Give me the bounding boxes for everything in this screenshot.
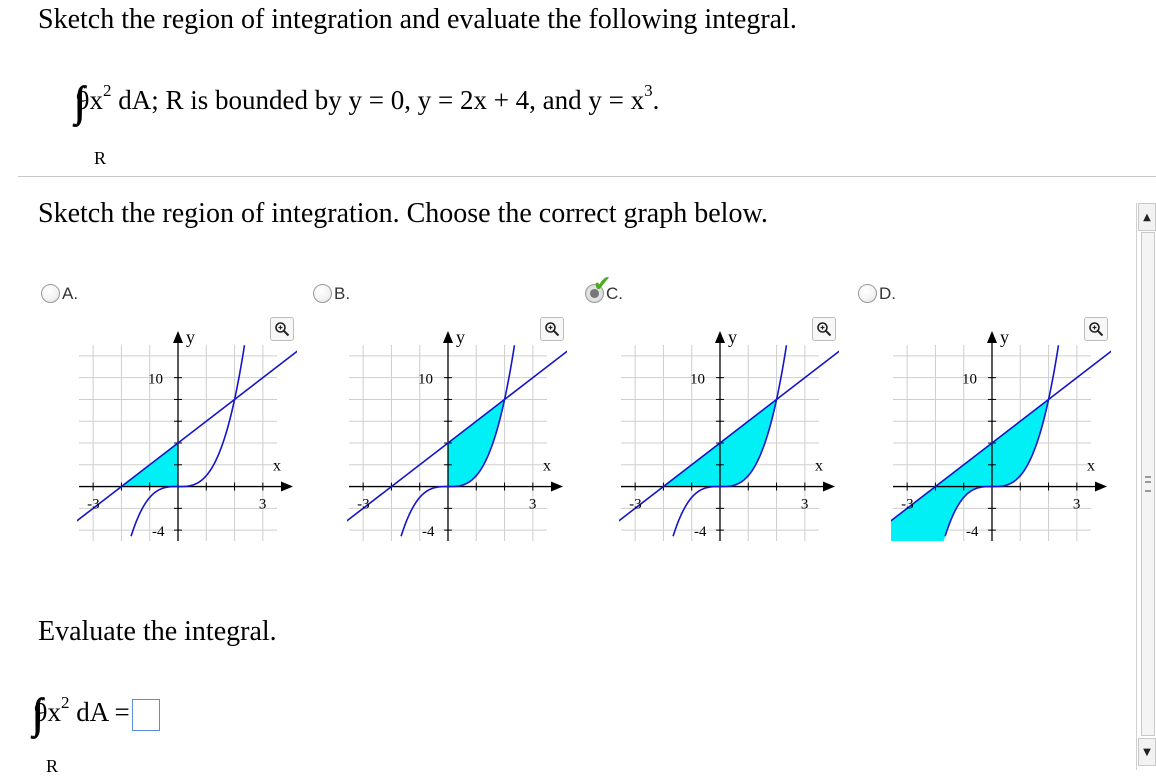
x-axis-label: x: [815, 458, 823, 475]
choice-d-graph: y x 10 -4 -3 3: [864, 317, 1120, 542]
y-axis-label: y: [1000, 327, 1009, 347]
question-title: Sketch the region of integration and eva…: [38, 4, 797, 35]
x-axis-arrow: [281, 481, 293, 492]
problem-statement: ∫∫9x2 dA; R is bounded by y = 0, y = 2x …: [76, 79, 660, 154]
tick-label-ymin: -4: [422, 524, 435, 540]
x-axis-arrow: [1095, 481, 1107, 492]
tick-label-xmax: 3: [1073, 497, 1081, 513]
region-subscript: R: [94, 148, 107, 168]
answer-integrand: 9x: [34, 697, 61, 728]
part1-prompt: Sketch the region of integration. Choose…: [38, 198, 768, 229]
arrow-down-icon[interactable]: ▼: [1138, 738, 1156, 766]
choice-d-label[interactable]: D.: [879, 284, 896, 304]
y-axis-label: y: [186, 327, 195, 347]
arrow-up-icon[interactable]: ▲: [1138, 203, 1156, 231]
choice-c-graph: y x 10 -4 -3 3: [592, 317, 848, 542]
y-axis-arrow: [173, 331, 183, 343]
tick-label-ymin: -4: [694, 524, 707, 540]
y-axis-arrow: [987, 331, 997, 343]
choice-b-label[interactable]: B.: [334, 284, 350, 304]
answer-input-box[interactable]: [131, 699, 160, 731]
tick-label-xmax: 3: [259, 497, 267, 513]
answer-exponent: 2: [61, 693, 70, 713]
tick-label-ymax: 10: [962, 372, 977, 388]
tick-label-ymax: 10: [690, 372, 705, 388]
answer-differential: dA =: [76, 697, 130, 728]
tick-label-ymax: 10: [148, 372, 163, 388]
scrollbar-thumb[interactable]: [1141, 232, 1155, 736]
choice-a-graph: y x 10 -4 -3 3: [50, 317, 306, 542]
choice-b-graph: y x 10 -4 -3 3: [320, 317, 576, 542]
tick-label-ymin: -4: [152, 524, 165, 540]
integrand: 9x: [76, 85, 103, 116]
y-axis-arrow: [715, 331, 725, 343]
x-axis-arrow: [551, 481, 563, 492]
integrand-exponent: 2: [103, 81, 112, 101]
y-axis-label: y: [728, 327, 737, 347]
choice-a-radio[interactable]: [41, 284, 60, 303]
y-axis-label: y: [456, 327, 465, 347]
period: .: [652, 85, 660, 116]
grip-icon: [1145, 476, 1151, 492]
x-axis-label: x: [543, 458, 551, 475]
tick-label-xmax: 3: [801, 497, 809, 513]
region-description: dA; R is bounded by y = 0, y = 2x + 4, a…: [118, 85, 645, 116]
tick-label-xmin: -3: [901, 497, 914, 513]
cube-exponent: 3: [644, 81, 653, 101]
tick-label-ymin: -4: [966, 524, 979, 540]
tick-label-ymax: 10: [418, 372, 433, 388]
x-axis-label: x: [273, 458, 281, 475]
choice-b-radio[interactable]: [313, 284, 332, 303]
answer-expression: ∫∫9x2 dA =: [34, 691, 160, 738]
choice-a-label[interactable]: A.: [62, 284, 78, 304]
section-divider: [18, 176, 1156, 177]
tick-label-xmax: 3: [529, 497, 537, 513]
answer-region-subscript: R: [46, 756, 59, 776]
tick-label-xmin: -3: [357, 497, 370, 513]
y-axis-arrow: [443, 331, 453, 343]
x-axis-arrow: [823, 481, 835, 492]
tick-label-xmin: -3: [87, 497, 99, 513]
choice-c-label[interactable]: C.: [606, 284, 623, 304]
part2-prompt: Evaluate the integral.: [38, 616, 277, 647]
tick-label-xmin: -3: [629, 497, 642, 513]
choice-d-radio[interactable]: [858, 284, 877, 303]
x-axis-label: x: [1087, 458, 1095, 475]
